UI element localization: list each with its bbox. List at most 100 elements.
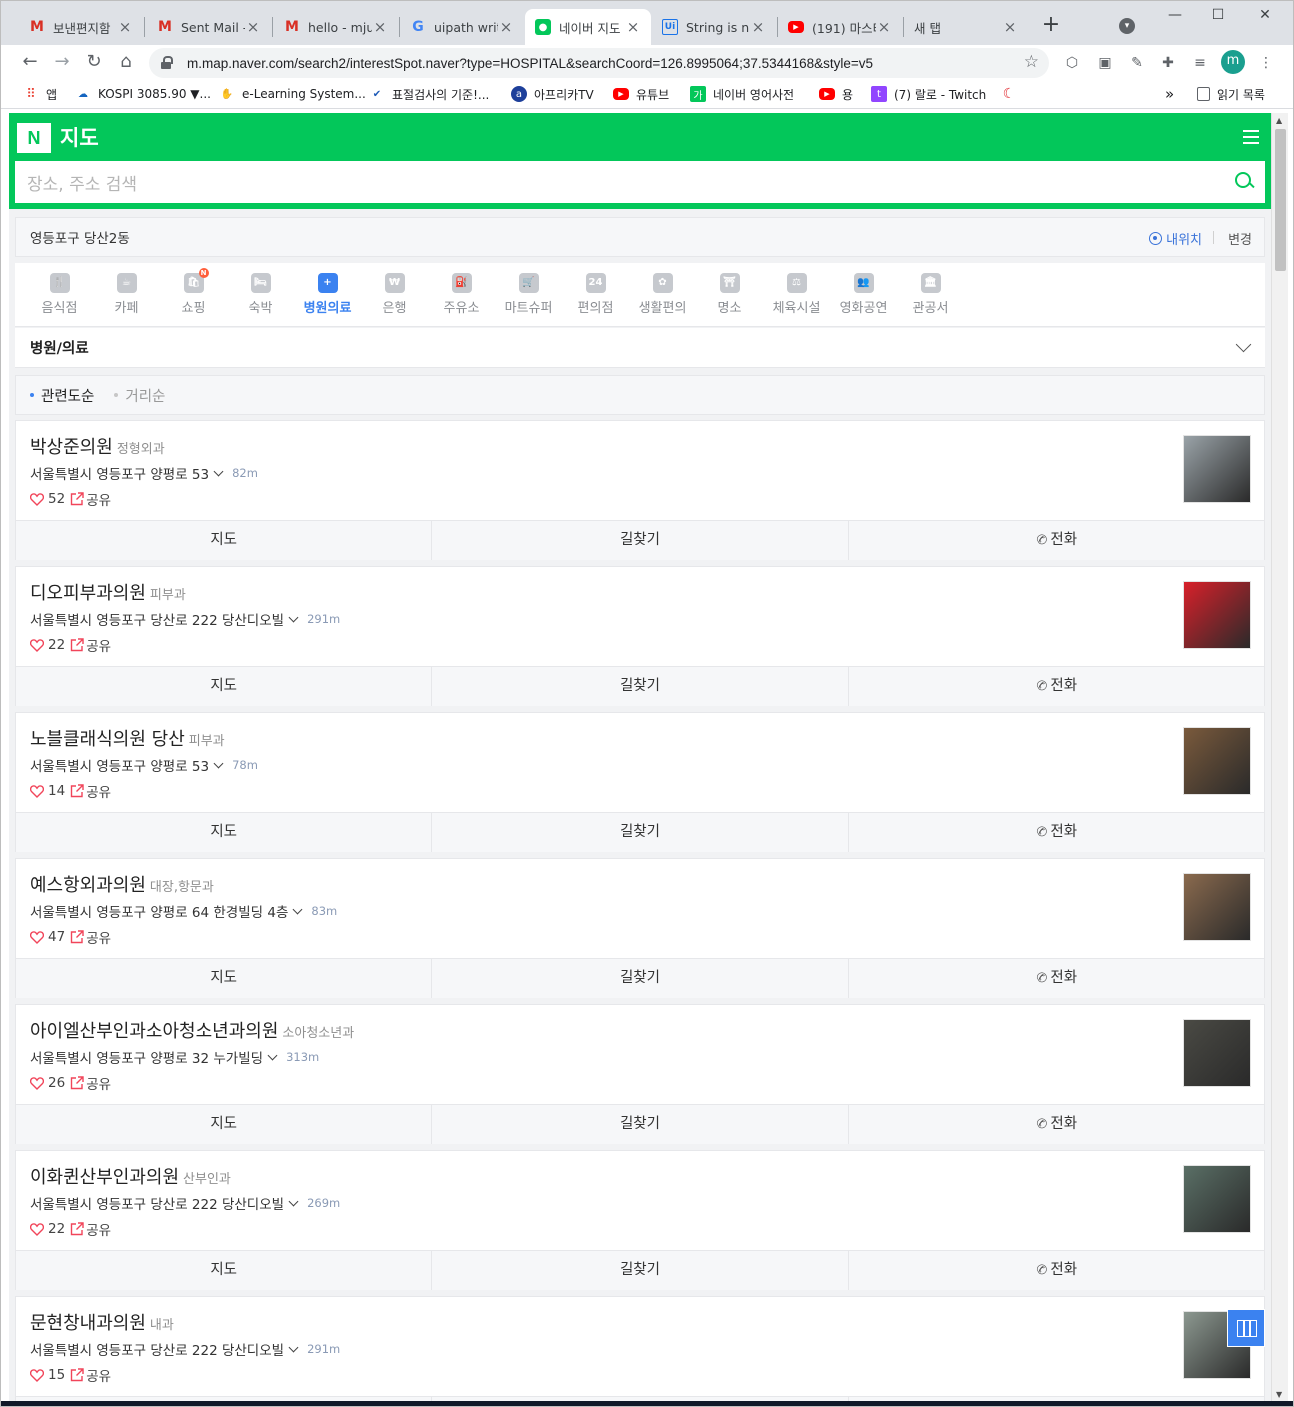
heart-icon[interactable] [30, 638, 44, 652]
bookmark-afreecatv[interactable]: a 아프리카TV [511, 85, 594, 103]
profile-avatar[interactable]: m [1221, 50, 1245, 74]
category-gas-station[interactable]: ⛽ 주유소 [428, 273, 495, 316]
place-address[interactable]: 서울특별시 영등포구 당산로 222 당산디오빌 291m [30, 1339, 340, 1359]
map-view-button[interactable] [1227, 1309, 1265, 1347]
scroll-up-icon[interactable]: ▲ [1276, 116, 1282, 125]
place-name[interactable]: 아이엘산부인과소아청소년과의원 소아청소년과 [30, 1017, 354, 1043]
place-name[interactable]: 박상준의원 정형외과 [30, 433, 165, 459]
category-cafe[interactable]: ☕ 카페 [93, 273, 160, 316]
menu-kebab-icon[interactable]: ⋮ [1257, 54, 1275, 72]
place-address[interactable]: 서울특별시 영등포구 양평로 64 한경빌딩 4층 83m [30, 901, 337, 921]
place-name[interactable]: 디오피부과의원 피부과 [30, 579, 186, 605]
maximize-button[interactable]: ☐ [1206, 7, 1230, 27]
share-label[interactable]: 공유 [86, 781, 111, 801]
category-hospital[interactable]: + 병원의료 [294, 273, 361, 316]
share-icon[interactable] [70, 930, 84, 944]
home-button[interactable]: ⌂ [113, 49, 139, 75]
bookmark-kospi[interactable]: ☁ KOSPI 3085.90 ▼... [75, 85, 211, 103]
directions-button[interactable]: 길찾기 [432, 1105, 849, 1144]
call-button[interactable]: ✆전화 [849, 521, 1264, 560]
bookmark-yong[interactable]: ▶ 용 [819, 85, 853, 103]
directions-button[interactable]: 길찾기 [432, 1251, 849, 1290]
call-button[interactable]: ✆전화 [849, 1105, 1264, 1144]
bookmark-twitch[interactable]: t (7) 랄로 - Twitch [871, 85, 986, 103]
map-button[interactable]: 지도 [16, 813, 433, 852]
scroll-down-icon[interactable]: ▼ [1276, 1390, 1282, 1399]
map-button[interactable]: 지도 [16, 667, 433, 706]
call-button[interactable]: ✆전화 [849, 813, 1264, 852]
bookmark-naver-dict[interactable]: 가 네이버 영어사전 [690, 85, 794, 103]
close-icon[interactable]: × [117, 18, 133, 36]
naver-logo[interactable]: N [17, 123, 51, 153]
category-sports[interactable]: ⚖ 체육시설 [763, 273, 830, 316]
place-name[interactable]: 노블클래식의원 당산 피부과 [30, 725, 225, 751]
bookmark-elearning[interactable]: ✋ e-Learning System... [219, 85, 366, 103]
place-thumbnail[interactable] [1183, 581, 1251, 649]
close-icon[interactable]: × [498, 18, 514, 36]
reload-button[interactable]: ↻ [81, 49, 107, 75]
place-address[interactable]: 서울특별시 영등포구 양평로 32 누가빌딩 313m [30, 1047, 319, 1067]
call-button[interactable]: ✆전화 [849, 959, 1264, 998]
directions-button[interactable]: 길찾기 [432, 521, 849, 560]
change-location-button[interactable]: 변경 [1228, 229, 1252, 248]
category-lodging[interactable]: 🛏 숙박 [227, 273, 294, 316]
map-button[interactable]: 지도 [16, 521, 433, 560]
tab-youtube[interactable]: ▶ (191) 마스터 × [778, 9, 902, 45]
address-bar[interactable]: m.map.naver.com/search2/interestSpot.nav… [149, 48, 1049, 78]
bookmark-misc[interactable]: ☾ [1001, 85, 1024, 103]
heart-icon[interactable] [30, 784, 44, 798]
bookmark-apps[interactable]: ⠿ 앱 [23, 85, 57, 103]
media-control-icon[interactable]: ≡ [1191, 54, 1209, 72]
close-icon[interactable]: × [372, 18, 388, 36]
share-label[interactable]: 공유 [86, 489, 111, 509]
bookmarks-overflow-button[interactable]: » [1165, 85, 1174, 103]
close-icon[interactable]: × [750, 18, 766, 36]
tab-uipath-search[interactable]: G uipath writ × [400, 9, 524, 45]
extension-icon[interactable]: ⬡ [1063, 54, 1081, 72]
place-address[interactable]: 서울특별시 영등포구 당산로 222 당산디오빌 269m [30, 1193, 340, 1213]
puzzle-extensions-icon[interactable]: ✚ [1159, 54, 1177, 72]
scrollbar-thumb[interactable] [1275, 129, 1286, 271]
cast-icon[interactable]: ▣ [1096, 54, 1114, 72]
eyedropper-icon[interactable]: ✎ [1128, 54, 1146, 72]
place-thumbnail[interactable] [1183, 873, 1251, 941]
heart-icon[interactable] [30, 930, 44, 944]
bookmark-plagiarism[interactable]: ✔ 표절검사의 기준!... [369, 85, 490, 103]
place-thumbnail[interactable] [1183, 727, 1251, 795]
share-icon[interactable] [70, 492, 84, 506]
tab-hello-mju[interactable]: M hello - mju × [274, 9, 398, 45]
directions-button[interactable]: 길찾기 [432, 667, 849, 706]
map-button[interactable]: 지도 [16, 959, 433, 998]
forward-button[interactable]: → [49, 49, 75, 75]
tab-search-icon[interactable]: ▾ [1119, 18, 1135, 34]
tab-new-tab[interactable]: 새 탭 × [904, 9, 1028, 45]
category-convenience-store[interactable]: 24 편의점 [562, 273, 629, 316]
bookmark-youtube[interactable]: ▶ 유튜브 [613, 85, 669, 103]
category-living[interactable]: ✿ 생활편의 [629, 273, 696, 316]
sort-relevance[interactable]: 관련도순 [30, 385, 94, 406]
back-button[interactable]: ← [17, 49, 43, 75]
tab-string-null[interactable]: Ui String is nu × [652, 9, 776, 45]
call-button[interactable]: ✆전화 [849, 1251, 1264, 1290]
call-button[interactable]: ✆전화 [849, 667, 1264, 706]
share-icon[interactable] [70, 1368, 84, 1382]
share-label[interactable]: 공유 [86, 1365, 111, 1385]
share-label[interactable]: 공유 [86, 1219, 111, 1239]
hamburger-menu-icon[interactable] [1243, 130, 1259, 144]
minimize-button[interactable]: — [1163, 7, 1187, 27]
tab-sent-mail[interactable]: M Sent Mail - × [147, 9, 271, 45]
sort-distance[interactable]: 거리순 [114, 385, 165, 406]
category-government[interactable]: 🏛 관공서 [897, 273, 964, 316]
share-icon[interactable] [70, 1222, 84, 1236]
share-icon[interactable] [70, 784, 84, 798]
place-address[interactable]: 서울특별시 영등포구 양평로 53 78m [30, 755, 258, 775]
bookmark-star-icon[interactable]: ☆ [1024, 52, 1039, 72]
subcategory-dropdown[interactable]: 병원/의료 [15, 328, 1265, 368]
share-icon[interactable] [70, 1076, 84, 1090]
category-landmark[interactable]: ⛩ 명소 [696, 273, 763, 316]
close-icon[interactable]: × [1002, 18, 1018, 36]
share-label[interactable]: 공유 [86, 1073, 111, 1093]
heart-icon[interactable] [30, 492, 44, 506]
chevron-down-icon[interactable] [1235, 336, 1252, 353]
close-icon[interactable]: × [625, 18, 641, 36]
